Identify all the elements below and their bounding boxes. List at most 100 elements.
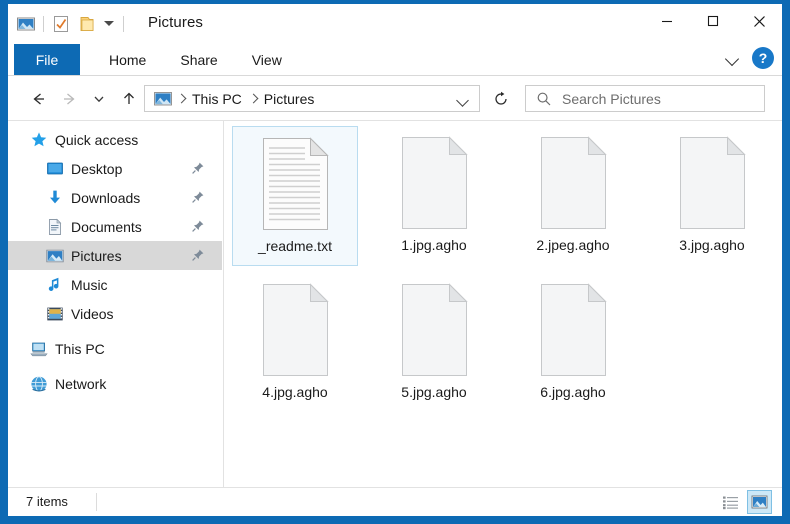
sidebar-item-quick-access[interactable]: Quick access bbox=[8, 125, 222, 154]
file-item-2[interactable]: 2.jpeg.agho bbox=[510, 126, 636, 266]
window-controls bbox=[644, 4, 782, 38]
window-title: Pictures bbox=[148, 14, 203, 31]
navigation-pane: Quick access Desktop Downloads Documents… bbox=[8, 121, 222, 487]
new-folder-icon[interactable] bbox=[77, 14, 97, 34]
pictures-breadcrumb-icon bbox=[154, 91, 172, 105]
title-bar: Pictures bbox=[8, 4, 782, 44]
pin-icon-pictures[interactable] bbox=[191, 248, 205, 262]
pin-icon-downloads[interactable] bbox=[191, 190, 205, 204]
status-bar: 7 items bbox=[8, 487, 782, 516]
sidebar-item-desktop[interactable]: Desktop bbox=[8, 154, 222, 183]
music-icon bbox=[48, 277, 59, 291]
file-label-2: 2.jpeg.agho bbox=[536, 237, 610, 253]
expand-ribbon-chevron-down-icon[interactable] bbox=[724, 49, 742, 67]
file-label-readme: _readme.txt bbox=[258, 238, 332, 254]
qat-divider bbox=[43, 16, 44, 32]
file-label-5: 5.jpg.agho bbox=[401, 384, 467, 400]
blank-document-icon bbox=[541, 136, 607, 229]
help-icon[interactable]: ? bbox=[752, 47, 774, 69]
sidebar-label-documents: Documents bbox=[71, 218, 142, 235]
file-label-6: 6.jpg.agho bbox=[540, 384, 606, 400]
sidebar-item-network[interactable]: Network bbox=[8, 369, 222, 398]
videos-icon bbox=[47, 307, 63, 320]
blank-document-icon bbox=[541, 283, 607, 376]
file-item-5[interactable]: 5.jpg.agho bbox=[371, 273, 497, 413]
breadcrumb-dropdown-chevron-down-icon[interactable] bbox=[457, 93, 471, 107]
address-bar: This PC Pictures Search Pictures bbox=[8, 76, 782, 120]
back-button[interactable] bbox=[24, 86, 54, 112]
file-list-view[interactable]: _readme.txt 1.jpg.agho 2.jpeg.agho 3.jpg… bbox=[223, 121, 782, 487]
sidebar-label-quick-access: Quick access bbox=[55, 131, 139, 148]
status-separator bbox=[96, 493, 97, 511]
forward-button[interactable] bbox=[54, 86, 84, 112]
file-item-6[interactable]: 6.jpg.agho bbox=[510, 273, 636, 413]
text-document-icon bbox=[263, 137, 329, 230]
properties-checkmark-icon[interactable] bbox=[51, 14, 71, 34]
quick-access-toolbar bbox=[16, 13, 131, 35]
search-box[interactable]: Search Pictures bbox=[525, 85, 765, 112]
close-button[interactable] bbox=[736, 4, 782, 38]
large-icons-view-button[interactable] bbox=[747, 490, 772, 514]
maximize-button[interactable] bbox=[690, 4, 736, 38]
up-button[interactable] bbox=[114, 86, 144, 112]
status-bar-divider bbox=[8, 487, 782, 488]
desktop-background: // risk.com bbox=[0, 0, 790, 524]
ribbon-tab-bar: File Home Share View ? bbox=[8, 44, 782, 76]
network-icon bbox=[31, 375, 47, 392]
details-view-button[interactable] bbox=[718, 490, 743, 514]
recent-locations-chevron-down-icon[interactable] bbox=[84, 86, 114, 112]
sidebar-item-this-pc[interactable]: This PC bbox=[8, 334, 222, 363]
sidebar-label-downloads: Downloads bbox=[71, 189, 141, 206]
pin-icon-desktop[interactable] bbox=[191, 161, 205, 175]
blank-document-icon bbox=[263, 283, 329, 376]
status-item-count: 7 items bbox=[26, 494, 68, 509]
file-item-readme[interactable]: _readme.txt bbox=[232, 126, 358, 266]
sidebar-item-music[interactable]: Music bbox=[8, 270, 222, 299]
desktop-icon bbox=[47, 162, 63, 174]
file-grid: _readme.txt 1.jpg.agho 2.jpeg.agho 3.jpg… bbox=[223, 121, 782, 487]
tab-share[interactable]: Share bbox=[163, 44, 234, 75]
blank-document-icon bbox=[680, 136, 746, 229]
address-breadcrumb-bar[interactable]: This PC Pictures bbox=[144, 85, 480, 112]
breadcrumb-separator-1[interactable] bbox=[175, 93, 187, 105]
sidebar-item-documents[interactable]: Documents bbox=[8, 212, 222, 241]
breadcrumb-this-pc[interactable]: This PC bbox=[190, 91, 244, 107]
sidebar-item-downloads[interactable]: Downloads bbox=[8, 183, 222, 212]
breadcrumb-pictures[interactable]: Pictures bbox=[262, 91, 317, 107]
tab-file[interactable]: File bbox=[14, 44, 80, 75]
pictures-icon[interactable] bbox=[16, 14, 36, 34]
documents-icon bbox=[49, 218, 62, 235]
navigation-buttons bbox=[24, 86, 144, 112]
downloads-icon bbox=[50, 190, 60, 203]
refresh-button[interactable] bbox=[486, 85, 516, 112]
sidebar-item-pictures[interactable]: Pictures bbox=[8, 241, 222, 270]
search-icon bbox=[537, 92, 551, 105]
sidebar-label-network: Network bbox=[55, 375, 107, 392]
sidebar-label-pictures: Pictures bbox=[71, 247, 122, 264]
blank-document-icon bbox=[402, 136, 468, 229]
file-item-4[interactable]: 4.jpg.agho bbox=[232, 273, 358, 413]
sidebar-item-videos[interactable]: Videos bbox=[8, 299, 222, 328]
tab-home[interactable]: Home bbox=[92, 44, 163, 75]
customize-toolbar-chevron-down-icon[interactable] bbox=[102, 17, 116, 31]
ribbon-tabs: Home Share View bbox=[92, 44, 299, 75]
file-label-4: 4.jpg.agho bbox=[262, 384, 328, 400]
sidebar-label-music: Music bbox=[71, 276, 108, 293]
tab-view[interactable]: View bbox=[235, 44, 299, 75]
qat-divider-2 bbox=[123, 16, 124, 32]
pin-icon-documents[interactable] bbox=[191, 219, 205, 233]
pictures-sidebar-icon bbox=[46, 249, 64, 262]
search-input[interactable]: Search Pictures bbox=[562, 91, 661, 107]
sidebar-label-this-pc: This PC bbox=[55, 340, 105, 357]
this-pc-icon bbox=[30, 342, 48, 356]
star-icon bbox=[31, 131, 47, 146]
file-label-3: 3.jpg.agho bbox=[679, 237, 745, 253]
breadcrumb-separator-2[interactable] bbox=[247, 93, 259, 105]
file-item-1[interactable]: 1.jpg.agho bbox=[371, 126, 497, 266]
explorer-body: Quick access Desktop Downloads Documents… bbox=[8, 120, 782, 487]
ribbon-right-controls: ? bbox=[724, 47, 774, 69]
file-item-3[interactable]: 3.jpg.agho bbox=[649, 126, 775, 266]
minimize-button[interactable] bbox=[644, 4, 690, 38]
file-label-1: 1.jpg.agho bbox=[401, 237, 467, 253]
blank-document-icon bbox=[402, 283, 468, 376]
